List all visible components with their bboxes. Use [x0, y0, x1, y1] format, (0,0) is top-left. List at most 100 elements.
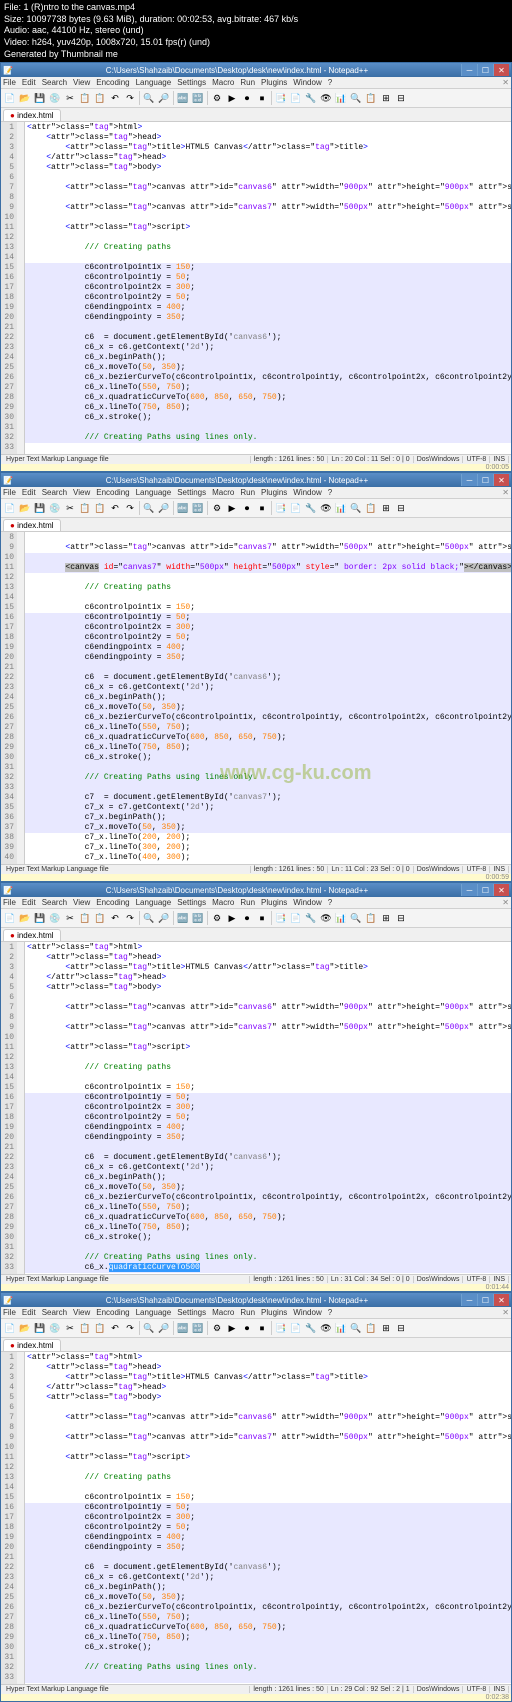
code-editor[interactable]: 1234567891011121314151617181920212223242… [1, 122, 511, 454]
menu-search[interactable]: Search [42, 1308, 67, 1317]
toolbar-button[interactable]: ⏹ [255, 911, 269, 925]
toolbar-button[interactable]: 💿 [48, 911, 62, 925]
toolbar-button[interactable]: 🔎 [157, 911, 171, 925]
toolbar-button[interactable]: ▶ [225, 91, 239, 105]
code-area[interactable]: <attr">class="tag">html> <attr">class="t… [25, 122, 511, 454]
toolbar-button[interactable]: 📋 [364, 91, 378, 105]
menu-edit[interactable]: Edit [22, 898, 36, 907]
toolbar-button[interactable]: 📋 [93, 911, 107, 925]
toolbar-button[interactable]: 💿 [48, 91, 62, 105]
toolbar-button[interactable]: 🔍 [349, 911, 363, 925]
menu-encoding[interactable]: Encoding [96, 1308, 129, 1317]
menu-encoding[interactable]: Encoding [96, 78, 129, 87]
toolbar-button[interactable]: ⊞ [379, 1321, 393, 1335]
toolbar-button[interactable]: 🔧 [304, 1321, 318, 1335]
menu-macro[interactable]: Macro [212, 488, 234, 497]
menu-edit[interactable]: Edit [22, 78, 36, 87]
code-area[interactable]: <attr">class="tag">canvas attr">id="canv… [25, 532, 511, 864]
toolbar-button[interactable]: 👁 [319, 501, 333, 515]
code-area[interactable]: <attr">class="tag">html> <attr">class="t… [25, 1352, 511, 1684]
menu-macro[interactable]: Macro [212, 1308, 234, 1317]
doc-close-icon[interactable]: ✕ [502, 78, 509, 87]
toolbar-button[interactable]: 📄 [3, 1321, 17, 1335]
toolbar-button[interactable]: ↶ [108, 911, 122, 925]
menu-view[interactable]: View [73, 78, 90, 87]
minimize-button[interactable]: ─ [461, 884, 477, 896]
doc-close-icon[interactable]: ✕ [502, 1308, 509, 1317]
toolbar-button[interactable]: 🔡 [191, 1321, 205, 1335]
minimize-button[interactable]: ─ [461, 474, 477, 486]
code-editor[interactable]: 8910111213141516171819202122232425262728… [1, 532, 511, 864]
toolbar-button[interactable]: ▶ [225, 501, 239, 515]
toolbar-button[interactable]: ▶ [225, 911, 239, 925]
maximize-button[interactable]: ☐ [477, 64, 493, 76]
menu-search[interactable]: Search [42, 78, 67, 87]
toolbar-button[interactable]: 📋 [364, 501, 378, 515]
toolbar-button[interactable]: 💾 [33, 1321, 47, 1335]
menu-?[interactable]: ? [328, 488, 332, 497]
menu-encoding[interactable]: Encoding [96, 488, 129, 497]
minimize-button[interactable]: ─ [461, 64, 477, 76]
toolbar-button[interactable]: 📋 [78, 911, 92, 925]
menu-run[interactable]: Run [240, 488, 255, 497]
titlebar[interactable]: 📝 C:\Users\Shahzaib\Documents\Desktop\de… [1, 883, 511, 897]
toolbar-button[interactable]: 👁 [319, 1321, 333, 1335]
toolbar-button[interactable]: ⏹ [255, 91, 269, 105]
toolbar-button[interactable]: 📄 [289, 91, 303, 105]
toolbar-button[interactable]: 🔧 [304, 501, 318, 515]
toolbar-button[interactable]: 📊 [334, 911, 348, 925]
titlebar[interactable]: 📝 C:\Users\Shahzaib\Documents\Desktop\de… [1, 1293, 511, 1307]
titlebar[interactable]: 📝 C:\Users\Shahzaib\Documents\Desktop\de… [1, 63, 511, 77]
toolbar-button[interactable]: 🔡 [191, 91, 205, 105]
toolbar-button[interactable]: 🔧 [304, 91, 318, 105]
toolbar-button[interactable]: 🔍 [142, 91, 156, 105]
toolbar-button[interactable]: ⊟ [394, 501, 408, 515]
toolbar-button[interactable]: ✂ [63, 91, 77, 105]
toolbar-button[interactable]: 📋 [93, 501, 107, 515]
menu-plugins[interactable]: Plugins [261, 1308, 287, 1317]
toolbar-button[interactable]: 💾 [33, 501, 47, 515]
toolbar-button[interactable]: 📄 [3, 501, 17, 515]
toolbar-button[interactable]: 📄 [289, 911, 303, 925]
menu-run[interactable]: Run [240, 898, 255, 907]
menu-settings[interactable]: Settings [177, 488, 206, 497]
toolbar-button[interactable]: 📄 [289, 501, 303, 515]
menu-language[interactable]: Language [136, 78, 172, 87]
menu-run[interactable]: Run [240, 1308, 255, 1317]
menu-view[interactable]: View [73, 898, 90, 907]
maximize-button[interactable]: ☐ [477, 474, 493, 486]
file-tab[interactable]: ● index.html [3, 929, 61, 941]
menu-file[interactable]: File [3, 488, 16, 497]
code-area[interactable]: <attr">class="tag">html> <attr">class="t… [25, 942, 511, 1274]
menu-plugins[interactable]: Plugins [261, 898, 287, 907]
file-tab[interactable]: ● index.html [3, 1339, 61, 1351]
toolbar-button[interactable]: 📂 [18, 911, 32, 925]
toolbar-button[interactable]: ⊞ [379, 911, 393, 925]
toolbar-button[interactable]: ↷ [123, 501, 137, 515]
toolbar-button[interactable]: ↶ [108, 501, 122, 515]
menu-view[interactable]: View [73, 488, 90, 497]
toolbar-button[interactable]: 🔤 [176, 91, 190, 105]
toolbar-button[interactable]: ↷ [123, 911, 137, 925]
toolbar-button[interactable]: 🔍 [349, 1321, 363, 1335]
toolbar-button[interactable]: 🔍 [142, 911, 156, 925]
close-button[interactable]: ✕ [493, 1294, 509, 1306]
toolbar-button[interactable]: 💾 [33, 911, 47, 925]
toolbar-button[interactable]: 📄 [3, 91, 17, 105]
titlebar[interactable]: 📝 C:\Users\Shahzaib\Documents\Desktop\de… [1, 473, 511, 487]
toolbar-button[interactable]: 🔍 [142, 501, 156, 515]
menu-file[interactable]: File [3, 898, 16, 907]
toolbar-button[interactable]: ⏹ [255, 1321, 269, 1335]
toolbar-button[interactable]: 🔡 [191, 501, 205, 515]
toolbar-button[interactable]: ▶ [225, 1321, 239, 1335]
maximize-button[interactable]: ☐ [477, 884, 493, 896]
close-button[interactable]: ✕ [493, 64, 509, 76]
toolbar-button[interactable]: ⊟ [394, 91, 408, 105]
menu-edit[interactable]: Edit [22, 1308, 36, 1317]
menu-window[interactable]: Window [293, 1308, 321, 1317]
toolbar-button[interactable]: ⏹ [255, 501, 269, 515]
toolbar-button[interactable]: ⏺ [240, 91, 254, 105]
toolbar-button[interactable]: ⚙ [210, 501, 224, 515]
menu-settings[interactable]: Settings [177, 898, 206, 907]
toolbar-button[interactable]: 💾 [33, 91, 47, 105]
